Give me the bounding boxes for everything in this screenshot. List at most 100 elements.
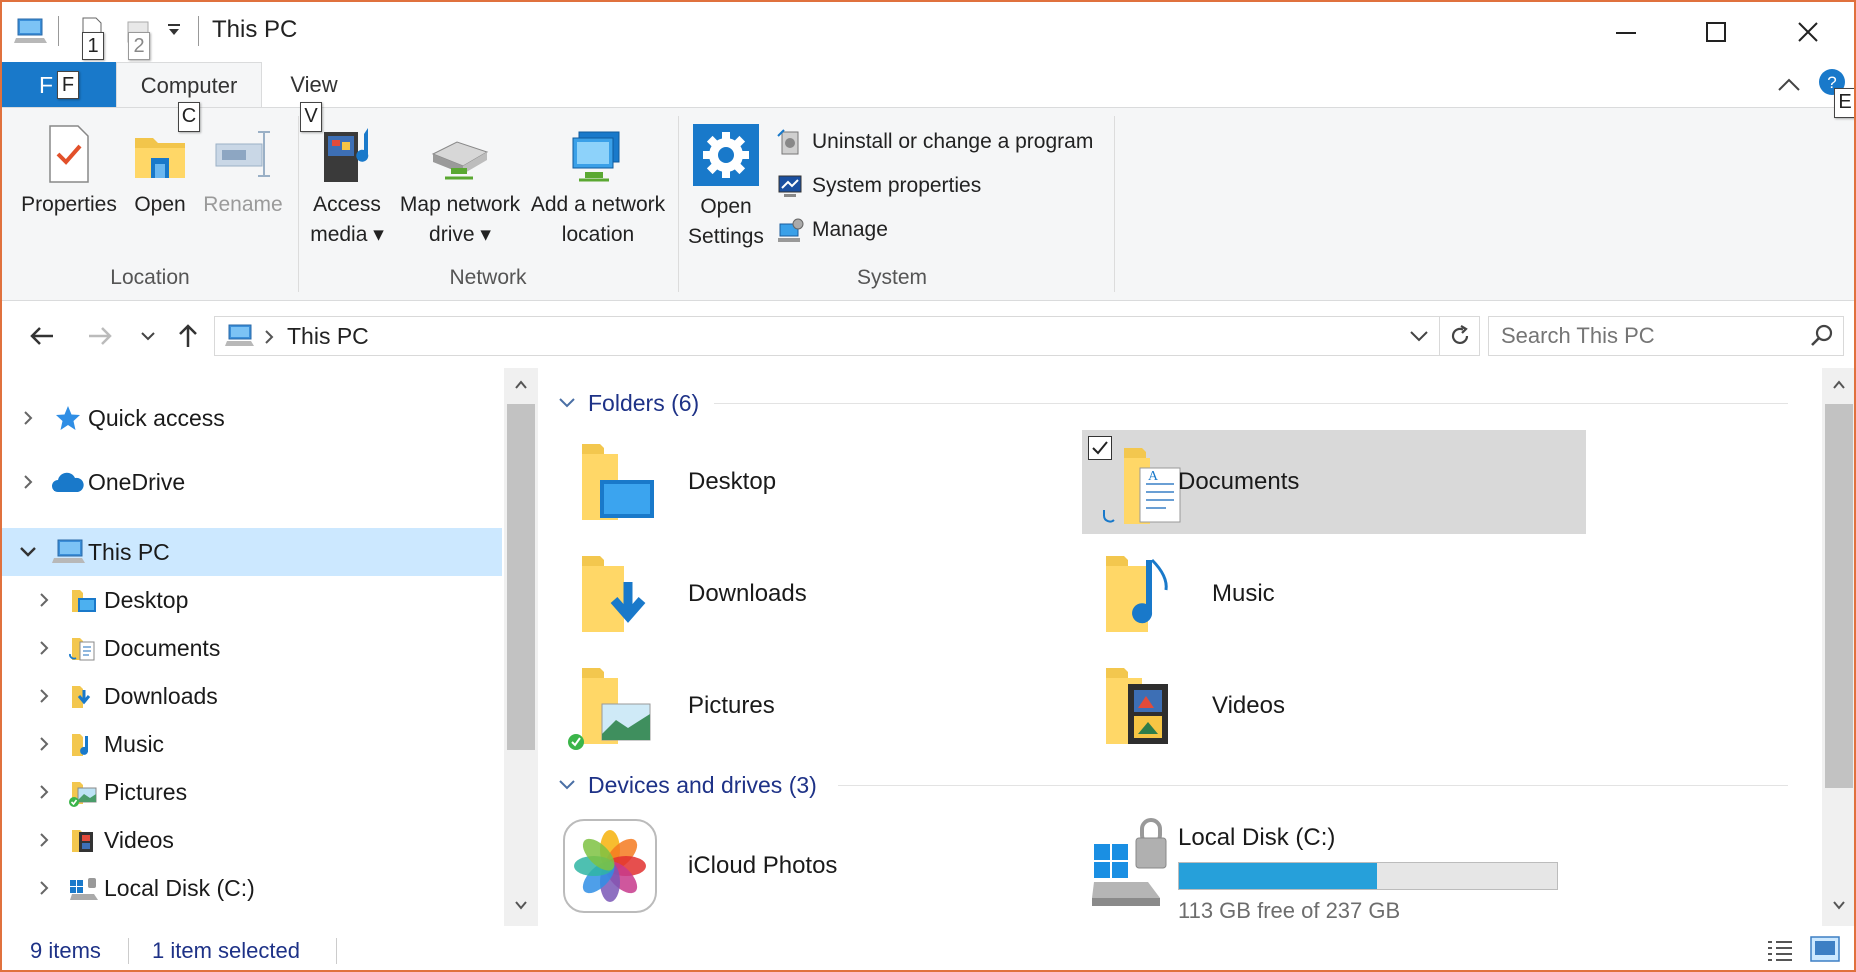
chevron-right-icon[interactable] (18, 408, 38, 428)
refresh-button[interactable] (1440, 316, 1480, 356)
content-scrollbar-thumb[interactable] (1825, 404, 1853, 788)
maximize-button[interactable] (1670, 2, 1762, 62)
nav-item-local-disk[interactable]: Local Disk (C:) (2, 864, 502, 912)
chevron-right-icon[interactable] (34, 734, 54, 754)
scroll-up-icon[interactable] (1822, 368, 1854, 402)
large-icons-view-icon[interactable] (1810, 936, 1840, 968)
recent-locations-button[interactable] (132, 320, 164, 352)
desktop-folder-icon (578, 440, 658, 529)
devices-section-header[interactable]: Devices and drives (3) (558, 768, 817, 802)
access-media-icon (324, 128, 369, 182)
chevron-down-icon[interactable] (18, 542, 38, 562)
nav-item-quick-access[interactable]: Quick access (2, 394, 502, 442)
computer-icon[interactable] (14, 16, 48, 51)
uninstall-program-icon (777, 129, 799, 155)
drive-usage-bar (1178, 862, 1558, 890)
videos-folder-icon (1102, 664, 1182, 753)
chevron-right-icon[interactable] (34, 638, 54, 658)
search-icon[interactable] (1809, 323, 1835, 349)
content-pane: Folders (6) Desktop A Documents Download… (538, 368, 1854, 926)
nav-item-music[interactable]: Music (2, 720, 502, 768)
nav-item-desktop[interactable]: Desktop (2, 576, 502, 624)
properties-button[interactable]: Properties (16, 124, 122, 220)
content-scrollbar[interactable] (1822, 368, 1854, 926)
local-disk-icon (68, 874, 100, 908)
open-settings-button[interactable]: Open Settings (684, 124, 768, 252)
documents-folder-icon (68, 636, 98, 668)
ribbon-panel: Properties Open Rename Location Access m… (2, 107, 1854, 301)
nav-item-pictures[interactable]: Pictures (2, 768, 502, 816)
up-button[interactable] (170, 320, 206, 352)
folders-section-header[interactable]: Folders (6) (558, 386, 699, 420)
chevron-right-icon[interactable] (34, 878, 54, 898)
title-bar: 1 2 This PC (2, 2, 1854, 62)
scroll-down-icon[interactable] (1822, 888, 1854, 922)
nav-item-videos[interactable]: Videos (2, 816, 502, 864)
breadcrumb-this-pc[interactable]: This PC (287, 323, 369, 350)
search-box[interactable] (1488, 316, 1844, 356)
details-view-icon[interactable] (1766, 938, 1794, 968)
forward-button[interactable] (82, 320, 118, 352)
open-button[interactable]: Open (124, 124, 196, 220)
chevron-right-icon[interactable] (34, 830, 54, 850)
chevron-right-icon[interactable] (18, 472, 38, 492)
access-media-button[interactable]: Access media ▾ (304, 124, 390, 250)
device-tile-icloud-photos[interactable]: iCloud Photos (558, 812, 1062, 922)
folder-tile-documents[interactable]: A Documents (1082, 430, 1586, 534)
device-tile-local-disk[interactable]: Local Disk (C:) 113 GB free of 237 GB (1082, 812, 1586, 923)
chevron-right-icon[interactable] (34, 590, 54, 610)
map-network-drive-button[interactable]: Map network drive ▾ (392, 124, 528, 250)
manage-button[interactable]: Manage (776, 216, 888, 244)
view-keytip: V (300, 102, 322, 132)
qat-dropdown-icon[interactable] (166, 22, 182, 43)
chevron-right-icon[interactable] (34, 686, 54, 706)
nav-label: Documents (104, 634, 221, 661)
nav-item-onedrive[interactable]: OneDrive (2, 458, 502, 506)
rename-button[interactable]: Rename (202, 124, 284, 220)
close-button[interactable] (1762, 2, 1854, 62)
system-properties-icon (778, 175, 802, 197)
folder-tile-downloads[interactable]: Downloads (558, 542, 1062, 646)
forward-arrow-icon (89, 327, 112, 345)
chevron-right-icon[interactable] (34, 782, 54, 802)
back-button[interactable] (24, 320, 60, 352)
nav-scrollbar-thumb[interactable] (507, 404, 535, 750)
tab-view-label: View (290, 72, 338, 97)
ribbon-tabs: F F Computer C View V ? E (2, 62, 1854, 132)
maximize-icon (1706, 22, 1726, 42)
folder-tile-music[interactable]: Music (1082, 542, 1586, 646)
nav-item-documents[interactable]: Documents (2, 624, 502, 672)
minimize-button[interactable] (1580, 2, 1672, 62)
folder-tile-pictures[interactable]: Pictures (558, 654, 1062, 758)
downloads-folder-icon (70, 684, 98, 716)
open-settings-label: Open (700, 195, 752, 218)
tab-file[interactable]: F F (2, 62, 116, 108)
item-count: 9 items (30, 938, 101, 963)
add-network-location-label-2: location (561, 223, 635, 246)
refresh-icon (1451, 325, 1468, 345)
scroll-down-icon[interactable] (504, 888, 538, 922)
system-group-label: System (856, 266, 927, 289)
address-bar[interactable]: This PC (214, 316, 1440, 356)
folder-tile-desktop[interactable]: Desktop (558, 430, 1062, 534)
scroll-up-icon[interactable] (504, 368, 538, 402)
open-folder-icon (135, 138, 185, 178)
tile-label: Music (1212, 580, 1275, 607)
folder-tile-videos[interactable]: Videos (1082, 654, 1586, 758)
collapse-ribbon-icon[interactable] (1776, 72, 1802, 103)
search-input[interactable] (1489, 317, 1789, 355)
uninstall-program-button[interactable]: Uninstall or change a program (776, 128, 1093, 156)
system-properties-button[interactable]: System properties (776, 172, 981, 200)
add-network-location-button[interactable]: Add a network location (524, 124, 672, 250)
group-separator-3 (1114, 116, 1115, 292)
up-arrow-icon (179, 324, 197, 347)
manage-label: Manage (812, 218, 888, 241)
nav-item-this-pc[interactable]: This PC (2, 528, 502, 576)
address-dropdown-icon[interactable] (1409, 329, 1429, 343)
group-separator-2 (678, 116, 679, 292)
open-label: Open (134, 193, 186, 216)
tab-computer-label: Computer (140, 72, 238, 98)
nav-scrollbar[interactable] (504, 368, 538, 926)
breadcrumb-chevron-icon[interactable] (263, 329, 275, 345)
nav-item-downloads[interactable]: Downloads (2, 672, 502, 720)
